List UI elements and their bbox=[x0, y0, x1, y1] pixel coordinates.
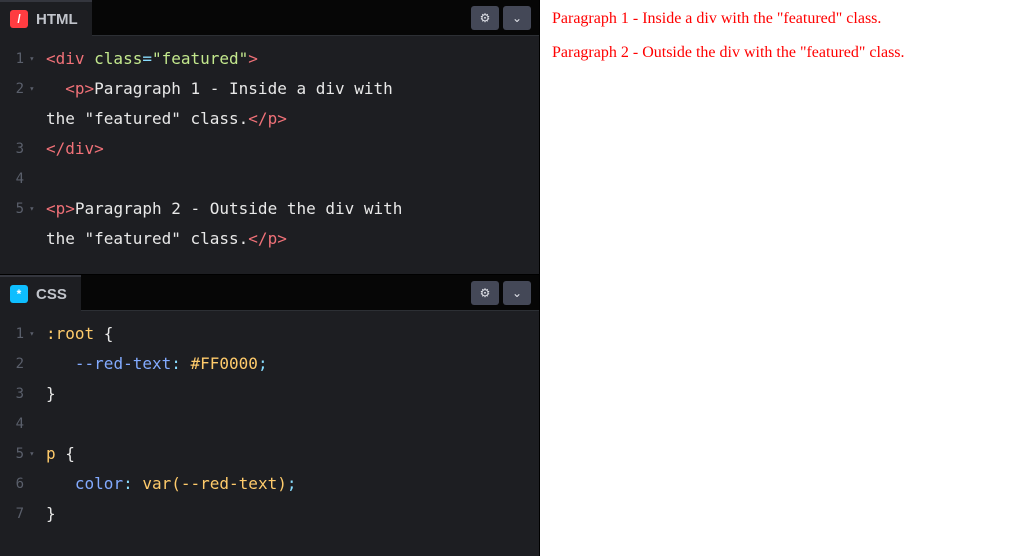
html-tab[interactable]: / HTML bbox=[0, 0, 92, 36]
code-line: --red-text: #FF0000; bbox=[46, 349, 539, 379]
gear-icon: ⚙ bbox=[480, 11, 491, 25]
html-label: HTML bbox=[36, 11, 78, 28]
preview-paragraph-1: Paragraph 1 - Inside a div with the "fea… bbox=[552, 10, 1012, 28]
css-code-area[interactable]: 1 2 3 4 5 6 7 :root { --red-text: #FF000… bbox=[0, 311, 539, 529]
css-editor-header: * CSS ⚙ ⌄ bbox=[0, 275, 539, 311]
code-line: <div class="featured"> bbox=[46, 44, 539, 74]
line-number: 4 bbox=[0, 164, 24, 194]
collapse-button[interactable]: ⌄ bbox=[503, 281, 531, 305]
line-number: 1 bbox=[0, 319, 24, 349]
settings-button[interactable]: ⚙ bbox=[471, 6, 499, 30]
chevron-down-icon: ⌄ bbox=[512, 286, 522, 300]
header-spacer bbox=[81, 275, 471, 311]
html-editor-section: / HTML ⚙ ⌄ 1 2 3 4 5 <div class="feature… bbox=[0, 0, 539, 254]
line-number: 5 bbox=[0, 194, 24, 224]
code-line: the "featured" class.</p> bbox=[46, 224, 539, 254]
html-code-area[interactable]: 1 2 3 4 5 <div class="featured"> <p>Para… bbox=[0, 36, 539, 254]
code-line bbox=[46, 409, 539, 439]
collapse-button[interactable]: ⌄ bbox=[503, 6, 531, 30]
code-line: <p>Paragraph 2 - Outside the div with bbox=[46, 194, 539, 224]
editor-panel: / HTML ⚙ ⌄ 1 2 3 4 5 <div class="feature… bbox=[0, 0, 540, 556]
line-number: 4 bbox=[0, 409, 24, 439]
line-number: 5 bbox=[0, 439, 24, 469]
line-number: 2 bbox=[0, 349, 24, 379]
html-gutter: 1 2 3 4 5 bbox=[0, 44, 32, 254]
line-number: 3 bbox=[0, 379, 24, 409]
html-header-controls: ⚙ ⌄ bbox=[471, 0, 539, 36]
line-number bbox=[0, 224, 24, 254]
line-number: 6 bbox=[0, 469, 24, 499]
code-line bbox=[46, 164, 539, 194]
css-gutter: 1 2 3 4 5 6 7 bbox=[0, 319, 32, 529]
code-line: } bbox=[46, 499, 539, 529]
css-editor-section: * CSS ⚙ ⌄ 1 2 3 4 5 6 7 :root { --red-te… bbox=[0, 274, 539, 556]
code-line: } bbox=[46, 379, 539, 409]
css-header-controls: ⚙ ⌄ bbox=[471, 275, 539, 311]
css-icon: * bbox=[10, 285, 28, 303]
chevron-down-icon: ⌄ bbox=[512, 11, 522, 25]
code-line: color: var(--red-text); bbox=[46, 469, 539, 499]
html-editor-header: / HTML ⚙ ⌄ bbox=[0, 0, 539, 36]
header-spacer bbox=[92, 0, 471, 36]
line-number: 3 bbox=[0, 134, 24, 164]
gear-icon: ⚙ bbox=[480, 286, 491, 300]
code-line: p { bbox=[46, 439, 539, 469]
line-number: 2 bbox=[0, 74, 24, 104]
css-code-lines: :root { --red-text: #FF0000; } p { color… bbox=[32, 319, 539, 529]
settings-button[interactable]: ⚙ bbox=[471, 281, 499, 305]
code-line: </div> bbox=[46, 134, 539, 164]
preview-panel: Paragraph 1 - Inside a div with the "fea… bbox=[540, 0, 1024, 556]
html-icon: / bbox=[10, 10, 28, 28]
html-code-lines: <div class="featured"> <p>Paragraph 1 - … bbox=[32, 44, 539, 254]
css-tab[interactable]: * CSS bbox=[0, 275, 81, 311]
code-line: <p>Paragraph 1 - Inside a div with bbox=[46, 74, 539, 104]
code-line: the "featured" class.</p> bbox=[46, 104, 539, 134]
preview-paragraph-2: Paragraph 2 - Outside the div with the "… bbox=[552, 44, 1012, 62]
css-label: CSS bbox=[36, 286, 67, 303]
line-number bbox=[0, 104, 24, 134]
line-number: 7 bbox=[0, 499, 24, 529]
code-line: :root { bbox=[46, 319, 539, 349]
line-number: 1 bbox=[0, 44, 24, 74]
